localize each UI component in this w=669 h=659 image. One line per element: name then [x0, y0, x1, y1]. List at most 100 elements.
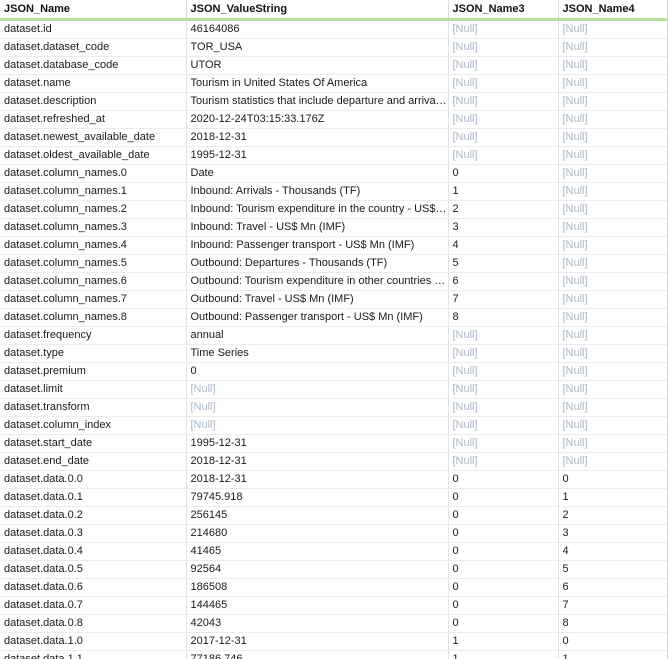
cell-json-valuestring[interactable]: Time Series: [186, 344, 449, 363]
column-header-json-valuestring[interactable]: JSON_ValueString: [186, 0, 449, 21]
cell-json-name[interactable]: dataset.oldest_available_date: [0, 146, 187, 165]
cell-json-valuestring[interactable]: Outbound: Departures - Thousands (TF): [186, 254, 449, 273]
cell-json-valuestring[interactable]: [Null]: [186, 398, 449, 417]
cell-json-valuestring[interactable]: Date: [186, 164, 449, 183]
cell-json-name3[interactable]: 0: [448, 524, 559, 543]
cell-json-valuestring[interactable]: 41465: [186, 542, 449, 561]
cell-json-name[interactable]: dataset.data.0.0: [0, 470, 187, 489]
cell-json-name4[interactable]: [Null]: [558, 434, 668, 453]
cell-json-name[interactable]: dataset.column_names.8: [0, 308, 187, 327]
cell-json-name[interactable]: dataset.data.0.3: [0, 524, 187, 543]
cell-json-name4[interactable]: 4: [558, 542, 668, 561]
cell-json-name[interactable]: dataset.description: [0, 92, 187, 111]
table-row[interactable]: dataset.database_code UTOR [Null] [Null]: [0, 56, 668, 75]
cell-json-name3[interactable]: 5: [448, 254, 559, 273]
cell-json-name[interactable]: dataset.premium: [0, 362, 187, 381]
cell-json-name3[interactable]: [Null]: [448, 434, 559, 453]
cell-json-name3[interactable]: [Null]: [448, 398, 559, 417]
cell-json-name3[interactable]: 0: [448, 596, 559, 615]
column-header-json-name3[interactable]: JSON_Name3: [448, 0, 559, 21]
cell-json-name[interactable]: dataset.id: [0, 19, 187, 39]
cell-json-name3[interactable]: 0: [448, 614, 559, 633]
table-row[interactable]: dataset.data.1.1 77186.746 1 1: [0, 650, 668, 659]
cell-json-name4[interactable]: [Null]: [558, 38, 668, 57]
cell-json-name4[interactable]: [Null]: [558, 344, 668, 363]
cell-json-valuestring[interactable]: 214680: [186, 524, 449, 543]
cell-json-valuestring[interactable]: 1995-12-31: [186, 146, 449, 165]
table-row[interactable]: dataset.data.0.0 2018-12-31 0 0: [0, 470, 668, 489]
column-header-json-name[interactable]: JSON_Name: [0, 0, 187, 21]
cell-json-name[interactable]: dataset.limit: [0, 380, 187, 399]
cell-json-name3[interactable]: 0: [448, 164, 559, 183]
table-row[interactable]: dataset.column_names.3 Inbound: Travel - …: [0, 218, 668, 237]
cell-json-name[interactable]: dataset.data.1.1: [0, 650, 187, 659]
cell-json-name4[interactable]: [Null]: [558, 218, 668, 237]
cell-json-valuestring[interactable]: annual: [186, 326, 449, 345]
cell-json-valuestring[interactable]: [Null]: [186, 380, 449, 399]
cell-json-name[interactable]: dataset.column_names.5: [0, 254, 187, 273]
cell-json-name4[interactable]: [Null]: [558, 56, 668, 75]
cell-json-name3[interactable]: [Null]: [448, 146, 559, 165]
cell-json-name[interactable]: dataset.data.0.7: [0, 596, 187, 615]
cell-json-name4[interactable]: 0: [558, 632, 668, 651]
table-row[interactable]: dataset.column_names.7 Outbound: Travel -…: [0, 290, 668, 309]
cell-json-name4[interactable]: 6: [558, 578, 668, 597]
cell-json-name3[interactable]: [Null]: [448, 128, 559, 147]
table-row[interactable]: dataset.column_index [Null] [Null] [Null]: [0, 416, 668, 435]
table-row[interactable]: dataset.data.0.3 214680 0 3: [0, 524, 668, 543]
cell-json-valuestring[interactable]: Inbound: Tourism expenditure in the coun…: [186, 200, 449, 219]
cell-json-valuestring[interactable]: 186508: [186, 578, 449, 597]
cell-json-name[interactable]: dataset.column_names.1: [0, 182, 187, 201]
column-header-json-name4[interactable]: JSON_Name4: [558, 0, 668, 21]
cell-json-name4[interactable]: [Null]: [558, 236, 668, 255]
cell-json-name3[interactable]: 7: [448, 290, 559, 309]
cell-json-name[interactable]: dataset.dataset_code: [0, 38, 187, 57]
cell-json-name[interactable]: dataset.database_code: [0, 56, 187, 75]
cell-json-name4[interactable]: 0: [558, 470, 668, 489]
cell-json-valuestring[interactable]: 2018-12-31: [186, 470, 449, 489]
table-row[interactable]: dataset.frequency annual [Null] [Null]: [0, 326, 668, 345]
cell-json-name4[interactable]: [Null]: [558, 19, 668, 39]
cell-json-valuestring[interactable]: Inbound: Travel - US$ Mn (IMF): [186, 218, 449, 237]
table-row[interactable]: dataset.data.1.0 2017-12-31 1 0: [0, 632, 668, 651]
cell-json-name[interactable]: dataset.column_names.4: [0, 236, 187, 255]
cell-json-name3[interactable]: [Null]: [448, 326, 559, 345]
table-row[interactable]: dataset.column_names.6 Outbound: Tourism …: [0, 272, 668, 291]
cell-json-name[interactable]: dataset.column_names.7: [0, 290, 187, 309]
cell-json-name[interactable]: dataset.column_names.6: [0, 272, 187, 291]
cell-json-name[interactable]: dataset.column_index: [0, 416, 187, 435]
table-row[interactable]: dataset.premium 0 [Null] [Null]: [0, 362, 668, 381]
table-row[interactable]: dataset.refreshed_at 2020-12-24T03:15:33.…: [0, 110, 668, 129]
cell-json-name3[interactable]: 3: [448, 218, 559, 237]
cell-json-name3[interactable]: [Null]: [448, 380, 559, 399]
cell-json-name[interactable]: dataset.column_names.2: [0, 200, 187, 219]
cell-json-name3[interactable]: [Null]: [448, 416, 559, 435]
cell-json-name4[interactable]: [Null]: [558, 146, 668, 165]
cell-json-name3[interactable]: 0: [448, 542, 559, 561]
cell-json-name4[interactable]: [Null]: [558, 164, 668, 183]
table-row[interactable]: dataset.column_names.0 Date 0 [Null]: [0, 164, 668, 183]
cell-json-name[interactable]: dataset.start_date: [0, 434, 187, 453]
cell-json-name3[interactable]: 2: [448, 200, 559, 219]
table-row[interactable]: dataset.column_names.4 Inbound: Passenger…: [0, 236, 668, 255]
cell-json-name4[interactable]: [Null]: [558, 254, 668, 273]
cell-json-name4[interactable]: 8: [558, 614, 668, 633]
cell-json-name[interactable]: dataset.transform: [0, 398, 187, 417]
cell-json-valuestring[interactable]: 256145: [186, 506, 449, 525]
table-row[interactable]: dataset.column_names.8 Outbound: Passenge…: [0, 308, 668, 327]
cell-json-valuestring[interactable]: 0: [186, 362, 449, 381]
table-row[interactable]: dataset.data.0.7 144465 0 7: [0, 596, 668, 615]
table-row[interactable]: dataset.data.0.5 92564 0 5: [0, 560, 668, 579]
cell-json-valuestring[interactable]: Tourism statistics that include departur…: [186, 92, 449, 111]
cell-json-valuestring[interactable]: 77186.746: [186, 650, 449, 659]
cell-json-name4[interactable]: [Null]: [558, 182, 668, 201]
cell-json-name[interactable]: dataset.data.0.1: [0, 488, 187, 507]
cell-json-name4[interactable]: 3: [558, 524, 668, 543]
cell-json-name3[interactable]: [Null]: [448, 19, 559, 39]
cell-json-name[interactable]: dataset.data.1.0: [0, 632, 187, 651]
table-row[interactable]: dataset.oldest_available_date 1995-12-31[…: [0, 146, 668, 165]
cell-json-name[interactable]: dataset.data.0.6: [0, 578, 187, 597]
cell-json-name4[interactable]: [Null]: [558, 200, 668, 219]
cell-json-name3[interactable]: 1: [448, 650, 559, 659]
cell-json-name[interactable]: dataset.newest_available_date: [0, 128, 187, 147]
